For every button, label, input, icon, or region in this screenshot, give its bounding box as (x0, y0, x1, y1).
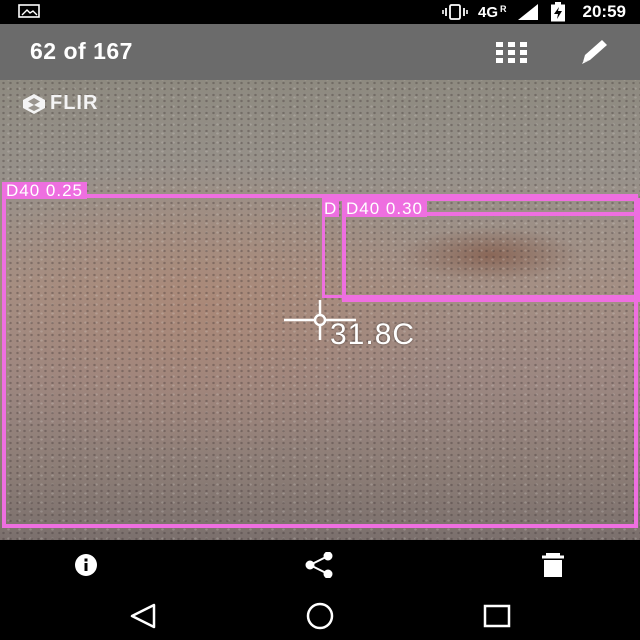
delete-icon[interactable] (538, 552, 568, 578)
edit-icon[interactable] (578, 38, 614, 66)
signal-icon (517, 4, 538, 20)
roaming-indicator: R (500, 3, 507, 14)
vibrate-icon (442, 4, 468, 20)
system-nav-bar (0, 590, 640, 640)
status-bar: 4G R 20:59 (0, 0, 640, 24)
battery-charging-icon (550, 2, 565, 22)
info-icon[interactable] (71, 552, 101, 578)
share-icon[interactable] (304, 552, 334, 578)
recents-icon[interactable] (480, 602, 514, 630)
home-icon[interactable] (303, 602, 337, 630)
action-bar (0, 540, 640, 590)
thermal-photo[interactable]: FLIR D40 0.25 D D40 0.30 31.8C (0, 80, 640, 540)
page-title: 62 of 167 (30, 38, 133, 64)
network-type: 4G (478, 3, 499, 21)
clock: 20:59 (582, 2, 626, 21)
back-icon[interactable] (126, 602, 160, 630)
flir-logo: FLIR (22, 92, 98, 115)
detection-label: D (322, 199, 340, 218)
image-icon (18, 4, 40, 18)
flir-logo-icon (23, 93, 45, 114)
grid-icon[interactable] (494, 40, 530, 66)
spot-temperature: 31.8C (330, 318, 416, 351)
flir-logo-text: FLIR (50, 92, 99, 114)
detection-label: D40 0.25 (2, 182, 87, 199)
detection-box[interactable] (342, 212, 640, 302)
app-toolbar: 62 of 167 (0, 24, 640, 80)
detection-label: D40 0.30 (342, 200, 427, 217)
